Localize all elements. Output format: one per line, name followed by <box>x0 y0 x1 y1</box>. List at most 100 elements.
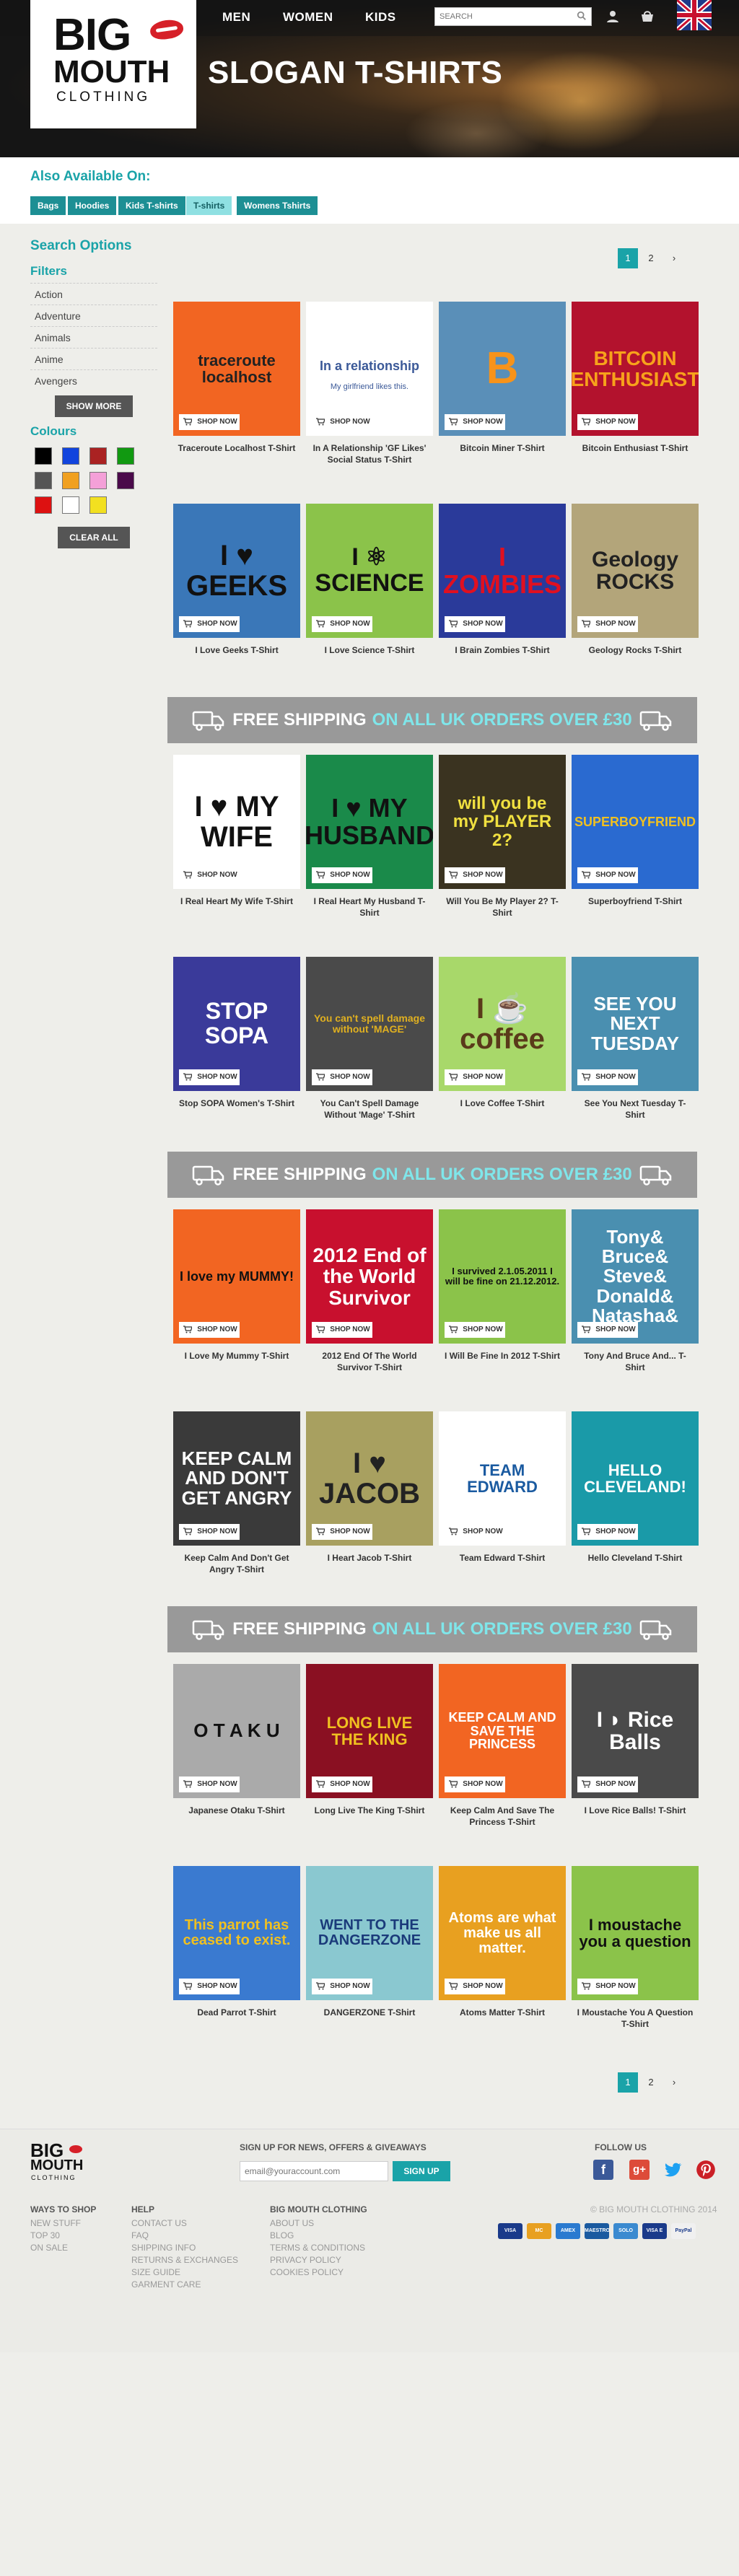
product-image[interactable]: KEEP CALM AND SAVE THE PRINCESS SHOP NOW <box>439 1664 566 1798</box>
product-title[interactable]: See You Next Tuesday T-Shirt <box>572 1098 699 1121</box>
product-image[interactable]: BITCOIN ENTHUSIAST SHOP NOW <box>572 302 699 436</box>
product-card[interactable]: I ☕ coffee SHOP NOW I Love Coffee T-Shirt <box>439 957 566 1110</box>
filter-adventure[interactable]: Adventure <box>30 305 157 326</box>
page-2-button[interactable]: 2 <box>641 248 661 268</box>
product-image[interactable]: B SHOP NOW <box>439 302 566 436</box>
product-image[interactable]: O T A K U SHOP NOW <box>173 1664 300 1798</box>
product-image[interactable]: WENT TO THE DANGERZONE SHOP NOW <box>306 1866 433 2000</box>
colour-swatch[interactable] <box>62 496 79 514</box>
shop-now-button[interactable]: SHOP NOW <box>577 1524 638 1540</box>
product-title[interactable]: I Love Rice Balls! T-Shirt <box>572 1805 699 1817</box>
product-image[interactable]: Atoms are what make us all matter. SHOP N… <box>439 1866 566 2000</box>
shop-now-button[interactable]: SHOP NOW <box>312 1524 372 1540</box>
product-title[interactable]: I Heart Jacob T-Shirt <box>306 1553 433 1564</box>
nav-women[interactable]: WOMEN <box>283 10 333 25</box>
shop-now-button[interactable]: SHOP NOW <box>445 414 505 430</box>
product-card[interactable]: I ZOMBIES SHOP NOW I Brain Zombies T-Shirt <box>439 504 566 657</box>
pinterest-icon[interactable] <box>696 2160 716 2180</box>
footer-link[interactable]: SHIPPING INFO <box>131 2242 196 2254</box>
product-image[interactable]: I survived 2.1.05.2011 I will be fine on… <box>439 1209 566 1344</box>
product-title[interactable]: Traceroute Localhost T-Shirt <box>173 443 300 455</box>
footer-link[interactable]: NEW STUFF <box>30 2217 81 2230</box>
footer-link[interactable]: TERMS & CONDITIONS <box>270 2242 365 2254</box>
product-title[interactable]: I Love My Mummy T-Shirt <box>173 1351 300 1362</box>
chip-tshirts[interactable]: T-shirts <box>186 196 232 215</box>
product-image[interactable]: HELLO CLEVELAND! SHOP NOW <box>572 1411 699 1546</box>
product-image[interactable]: LONG LIVE THE KING SHOP NOW <box>306 1664 433 1798</box>
product-card[interactable]: Geology ROCKS SHOP NOW Geology Rocks T-Shi… <box>572 504 699 657</box>
product-image[interactable]: traceroute localhost SHOP NOW <box>173 302 300 436</box>
product-image[interactable]: I ⚛ SCIENCE SHOP NOW <box>306 504 433 638</box>
product-card[interactable]: SUPERBOYFRIEND SHOP NOW Superboyfriend T-S… <box>572 755 699 908</box>
shop-now-button[interactable]: SHOP NOW <box>577 1777 638 1792</box>
product-card[interactable]: Tony& Bruce& Steve& Donald& Natasha& SHOP… <box>572 1209 699 1373</box>
product-card[interactable]: TEAM EDWARD SHOP NOW Team Edward T-Shirt <box>439 1411 566 1564</box>
product-image[interactable]: In a relationship My girlfriend likes thi… <box>306 302 433 436</box>
product-image[interactable]: Geology ROCKS SHOP NOW <box>572 504 699 638</box>
product-card[interactable]: I love my MUMMY! SHOP NOW I Love My Mummy … <box>173 1209 300 1362</box>
product-image[interactable]: You can't spell damage without 'MAGE' SHO… <box>306 957 433 1091</box>
product-card[interactable]: In a relationship My girlfriend likes thi… <box>306 302 433 465</box>
product-title[interactable]: Superboyfriend T-Shirt <box>572 896 699 908</box>
product-card[interactable]: This parrot has ceased to exist. SHOP NOW… <box>173 1866 300 2019</box>
shop-now-button[interactable]: SHOP NOW <box>445 1979 505 1994</box>
shop-now-button[interactable]: SHOP NOW <box>312 414 372 430</box>
footer-link[interactable]: ABOUT US <box>270 2217 314 2230</box>
product-title[interactable]: Dead Parrot T-Shirt <box>173 2007 300 2019</box>
colour-swatch[interactable] <box>89 447 107 465</box>
shop-now-button[interactable]: SHOP NOW <box>445 867 505 883</box>
page-1-button[interactable]: 1 <box>618 248 638 268</box>
product-card[interactable]: O T A K U SHOP NOW Japanese Otaku T-Shirt <box>173 1664 300 1817</box>
footer-link[interactable]: SIZE GUIDE <box>131 2266 180 2279</box>
shop-now-button[interactable]: SHOP NOW <box>179 616 240 632</box>
product-card[interactable]: HELLO CLEVELAND! SHOP NOW Hello Cleveland … <box>572 1411 699 1564</box>
shop-now-button[interactable]: SHOP NOW <box>577 867 638 883</box>
footer-link[interactable]: PRIVACY POLICY <box>270 2254 341 2266</box>
nav-kids[interactable]: KIDS <box>365 10 396 25</box>
shop-now-button[interactable]: SHOP NOW <box>577 1069 638 1085</box>
product-title[interactable]: Hello Cleveland T-Shirt <box>572 1553 699 1564</box>
shop-now-button[interactable]: SHOP NOW <box>179 1524 240 1540</box>
product-image[interactable]: Tony& Bruce& Steve& Donald& Natasha& SHOP… <box>572 1209 699 1344</box>
product-image[interactable]: This parrot has ceased to exist. SHOP NOW <box>173 1866 300 2000</box>
product-title[interactable]: Bitcoin Enthusiast T-Shirt <box>572 443 699 455</box>
product-card[interactable]: 2012 End of the World Survivor SHOP NOW 20… <box>306 1209 433 1373</box>
product-title[interactable]: Team Edward T-Shirt <box>439 1553 566 1564</box>
page-1-button[interactable]: 1 <box>618 2072 638 2093</box>
product-image[interactable]: 2012 End of the World Survivor SHOP NOW <box>306 1209 433 1344</box>
colour-swatch[interactable] <box>62 447 79 465</box>
shop-now-button[interactable]: SHOP NOW <box>577 1322 638 1338</box>
product-title[interactable]: Geology Rocks T-Shirt <box>572 645 699 657</box>
product-card[interactable]: I ◗ Rice Balls SHOP NOW I Love Rice Balls!… <box>572 1664 699 1817</box>
product-title[interactable]: In A Relationship 'GF Likes' Social Stat… <box>306 443 433 465</box>
footer-link[interactable]: ON SALE <box>30 2242 68 2254</box>
product-title[interactable]: I Brain Zombies T-Shirt <box>439 645 566 657</box>
footer-link[interactable]: FAQ <box>131 2230 149 2242</box>
product-card[interactable]: STOP SOPA SHOP NOW Stop SOPA Women's T-Shi… <box>173 957 300 1110</box>
product-card[interactable]: You can't spell damage without 'MAGE' SHO… <box>306 957 433 1121</box>
shop-now-button[interactable]: SHOP NOW <box>445 1069 505 1085</box>
product-title[interactable]: I Real Heart My Husband T-Shirt <box>306 896 433 919</box>
site-logo[interactable]: BIG MOUTH CLOTHING <box>30 0 196 128</box>
footer-link[interactable]: CONTACT US <box>131 2217 187 2230</box>
product-title[interactable]: Stop SOPA Women's T-Shirt <box>173 1098 300 1110</box>
page-2-button[interactable]: 2 <box>641 2072 661 2093</box>
shop-now-button[interactable]: SHOP NOW <box>312 1069 372 1085</box>
product-title[interactable]: DANGERZONE T-Shirt <box>306 2007 433 2019</box>
shop-now-button[interactable]: SHOP NOW <box>577 1979 638 1994</box>
shop-now-button[interactable]: SHOP NOW <box>577 616 638 632</box>
shop-now-button[interactable]: SHOP NOW <box>445 616 505 632</box>
clear-all-button[interactable]: CLEAR ALL <box>58 527 130 548</box>
product-title[interactable]: I Love Geeks T-Shirt <box>173 645 300 657</box>
product-image[interactable]: I ♥ GEEKS SHOP NOW <box>173 504 300 638</box>
product-card[interactable]: I ♥ MY WIFE SHOP NOW I Real Heart My Wife … <box>173 755 300 908</box>
product-title[interactable]: Tony And Bruce And... T-Shirt <box>572 1351 699 1373</box>
product-title[interactable]: I Love Coffee T-Shirt <box>439 1098 566 1110</box>
product-card[interactable]: B SHOP NOW Bitcoin Miner T-Shirt <box>439 302 566 455</box>
shop-now-button[interactable]: SHOP NOW <box>445 1524 505 1540</box>
shop-now-button[interactable]: SHOP NOW <box>577 414 638 430</box>
signup-button[interactable]: SIGN UP <box>393 2161 450 2181</box>
shop-now-button[interactable]: SHOP NOW <box>179 1322 240 1338</box>
next-page-button[interactable]: › <box>664 2072 684 2093</box>
shop-now-button[interactable]: SHOP NOW <box>312 616 372 632</box>
